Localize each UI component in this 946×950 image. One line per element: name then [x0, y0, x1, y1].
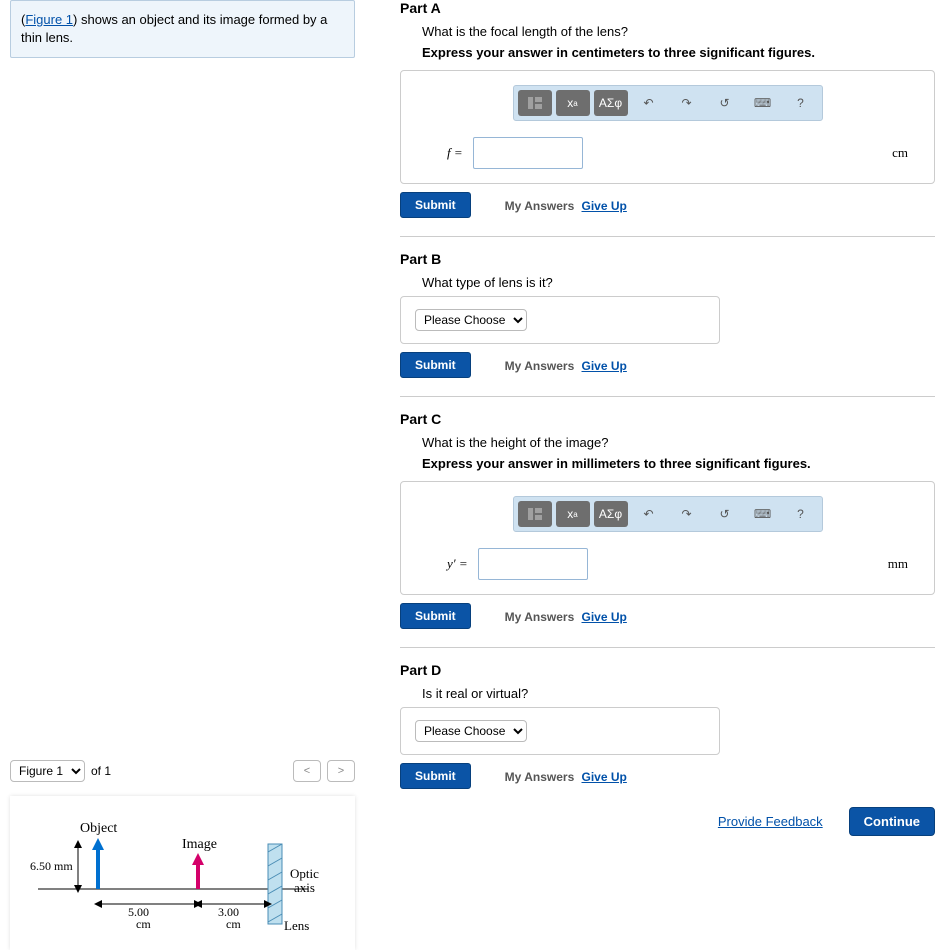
svg-text:cm: cm	[136, 917, 151, 931]
part-a-instruct: Express your answer in centimeters to th…	[422, 45, 935, 60]
figure-select[interactable]: Figure 1	[10, 760, 85, 782]
undo-icon[interactable]: ↶	[632, 501, 666, 527]
part-c-submit-button[interactable]: Submit	[400, 603, 471, 629]
help-icon[interactable]: ?	[784, 501, 818, 527]
part-c-instruct: Express your answer in millimeters to th…	[422, 456, 935, 471]
object-label: Object	[80, 821, 117, 836]
figure-diagram: Object Image 6.50 mm 5.00 cm 3.00 cm Opt…	[10, 796, 355, 950]
redo-icon[interactable]: ↷	[670, 90, 704, 116]
figure-link[interactable]: Figure 1	[25, 12, 73, 27]
part-c-give-up[interactable]: Give Up	[582, 610, 627, 624]
part-b-question: What type of lens is it?	[422, 275, 935, 290]
part-b-give-up[interactable]: Give Up	[582, 359, 627, 373]
reset-icon[interactable]: ↺	[708, 90, 742, 116]
part-c-variable: y′ =	[447, 556, 468, 572]
part-d-submit-button[interactable]: Submit	[400, 763, 471, 789]
equation-toolbar-c: xa ΑΣφ ↶ ↷ ↺ ⌨ ?	[513, 496, 823, 532]
continue-button[interactable]: Continue	[849, 807, 935, 836]
part-a-my-answers[interactable]: My Answers	[505, 199, 575, 213]
reset-icon[interactable]: ↺	[708, 501, 742, 527]
svg-text:Optic: Optic	[290, 866, 319, 881]
keyboard-icon[interactable]: ⌨	[746, 501, 780, 527]
equation-toolbar-a: xa ΑΣφ ↶ ↷ ↺ ⌨ ?	[513, 85, 823, 121]
part-c-answer-box: xa ΑΣφ ↶ ↷ ↺ ⌨ ? y′ = mm	[400, 481, 935, 595]
part-c-input[interactable]	[478, 548, 588, 580]
greek-icon[interactable]: ΑΣφ	[594, 501, 628, 527]
greek-icon[interactable]: ΑΣφ	[594, 90, 628, 116]
part-a-unit: cm	[892, 145, 908, 161]
obj-height-label: 6.50 mm	[30, 859, 73, 873]
part-d-title: Part D	[400, 662, 935, 678]
lens-label: Lens	[284, 918, 309, 933]
svg-text:cm: cm	[226, 917, 241, 931]
part-d-my-answers[interactable]: My Answers	[505, 770, 575, 784]
undo-icon[interactable]: ↶	[632, 90, 666, 116]
sqrt-icon[interactable]: xa	[556, 501, 590, 527]
part-b-select[interactable]: Please Choose	[415, 309, 527, 331]
templates-icon[interactable]	[518, 90, 552, 116]
figure-header: Figure 1 of 1 < >	[10, 760, 355, 782]
part-b-choice-box: Please Choose	[400, 296, 720, 344]
sqrt-icon[interactable]: xa	[556, 90, 590, 116]
part-c-title: Part C	[400, 411, 935, 427]
part-b-my-answers[interactable]: My Answers	[505, 359, 575, 373]
redo-icon[interactable]: ↷	[670, 501, 704, 527]
part-b: Part B What type of lens is it? Please C…	[400, 251, 935, 378]
problem-prompt: (Figure 1) shows an object and its image…	[10, 0, 355, 58]
part-c-unit: mm	[888, 556, 908, 572]
help-icon[interactable]: ?	[784, 90, 818, 116]
part-a-variable: f =	[447, 145, 463, 161]
part-d-question: Is it real or virtual?	[422, 686, 935, 701]
part-a-answer-box: xa ΑΣφ ↶ ↷ ↺ ⌨ ? f = cm	[400, 70, 935, 184]
part-a: Part A What is the focal length of the l…	[400, 0, 935, 218]
part-a-submit-button[interactable]: Submit	[400, 192, 471, 218]
part-b-submit-button[interactable]: Submit	[400, 352, 471, 378]
part-d-select[interactable]: Please Choose	[415, 720, 527, 742]
image-label: Image	[182, 837, 217, 852]
svg-text:axis: axis	[294, 880, 315, 895]
part-c: Part C What is the height of the image? …	[400, 411, 935, 629]
figure-prev-button[interactable]: <	[293, 760, 321, 782]
part-c-my-answers[interactable]: My Answers	[505, 610, 575, 624]
lens-diagram-svg: Object Image 6.50 mm 5.00 cm 3.00 cm Opt…	[18, 804, 338, 939]
provide-feedback-link[interactable]: Provide Feedback	[718, 814, 823, 829]
part-a-input[interactable]	[473, 137, 583, 169]
part-d: Part D Is it real or virtual? Please Cho…	[400, 662, 935, 789]
figure-next-button[interactable]: >	[327, 760, 355, 782]
part-b-title: Part B	[400, 251, 935, 267]
part-a-title: Part A	[400, 0, 935, 16]
part-c-question: What is the height of the image?	[422, 435, 935, 450]
figure-of-label: of 1	[91, 764, 111, 778]
keyboard-icon[interactable]: ⌨	[746, 90, 780, 116]
templates-icon[interactable]	[518, 501, 552, 527]
part-a-question: What is the focal length of the lens?	[422, 24, 935, 39]
part-d-choice-box: Please Choose	[400, 707, 720, 755]
part-d-give-up[interactable]: Give Up	[582, 770, 627, 784]
part-a-give-up[interactable]: Give Up	[582, 199, 627, 213]
